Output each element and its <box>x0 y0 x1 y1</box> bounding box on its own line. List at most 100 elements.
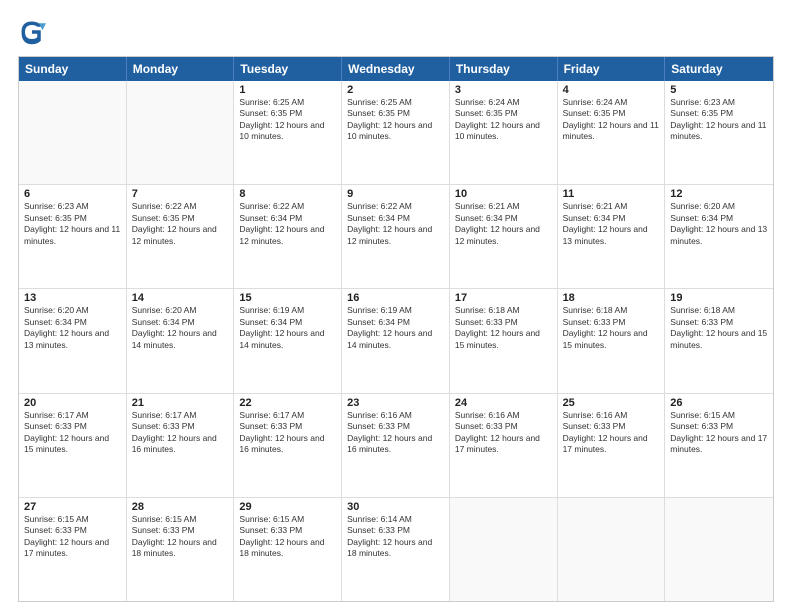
day-number: 24 <box>455 397 552 409</box>
day-number: 22 <box>239 397 336 409</box>
header-day-saturday: Saturday <box>665 57 773 81</box>
day-info: Sunrise: 6:22 AM Sunset: 6:34 PM Dayligh… <box>347 201 444 247</box>
calendar-cell: 17Sunrise: 6:18 AM Sunset: 6:33 PM Dayli… <box>450 289 558 392</box>
day-number: 19 <box>670 292 768 304</box>
day-number: 21 <box>132 397 229 409</box>
day-number: 30 <box>347 501 444 513</box>
calendar-cell: 28Sunrise: 6:15 AM Sunset: 6:33 PM Dayli… <box>127 498 235 601</box>
calendar-cell: 1Sunrise: 6:25 AM Sunset: 6:35 PM Daylig… <box>234 81 342 184</box>
calendar-cell: 12Sunrise: 6:20 AM Sunset: 6:34 PM Dayli… <box>665 185 773 288</box>
day-info: Sunrise: 6:21 AM Sunset: 6:34 PM Dayligh… <box>563 201 660 247</box>
day-number: 1 <box>239 84 336 96</box>
calendar-cell: 8Sunrise: 6:22 AM Sunset: 6:34 PM Daylig… <box>234 185 342 288</box>
day-info: Sunrise: 6:22 AM Sunset: 6:34 PM Dayligh… <box>239 201 336 247</box>
calendar-header: SundayMondayTuesdayWednesdayThursdayFrid… <box>19 57 773 81</box>
day-info: Sunrise: 6:14 AM Sunset: 6:33 PM Dayligh… <box>347 514 444 560</box>
day-number: 12 <box>670 188 768 200</box>
calendar-cell: 3Sunrise: 6:24 AM Sunset: 6:35 PM Daylig… <box>450 81 558 184</box>
day-number: 20 <box>24 397 121 409</box>
calendar-body: 1Sunrise: 6:25 AM Sunset: 6:35 PM Daylig… <box>19 81 773 601</box>
day-info: Sunrise: 6:15 AM Sunset: 6:33 PM Dayligh… <box>24 514 121 560</box>
day-number: 4 <box>563 84 660 96</box>
day-number: 26 <box>670 397 768 409</box>
day-number: 2 <box>347 84 444 96</box>
calendar-row-5: 27Sunrise: 6:15 AM Sunset: 6:33 PM Dayli… <box>19 497 773 601</box>
calendar-cell: 9Sunrise: 6:22 AM Sunset: 6:34 PM Daylig… <box>342 185 450 288</box>
day-info: Sunrise: 6:24 AM Sunset: 6:35 PM Dayligh… <box>563 97 660 143</box>
day-info: Sunrise: 6:19 AM Sunset: 6:34 PM Dayligh… <box>347 305 444 351</box>
calendar-cell: 14Sunrise: 6:20 AM Sunset: 6:34 PM Dayli… <box>127 289 235 392</box>
day-info: Sunrise: 6:17 AM Sunset: 6:33 PM Dayligh… <box>239 410 336 456</box>
day-number: 6 <box>24 188 121 200</box>
calendar-cell: 7Sunrise: 6:22 AM Sunset: 6:35 PM Daylig… <box>127 185 235 288</box>
calendar-cell <box>450 498 558 601</box>
calendar-cell: 25Sunrise: 6:16 AM Sunset: 6:33 PM Dayli… <box>558 394 666 497</box>
day-info: Sunrise: 6:17 AM Sunset: 6:33 PM Dayligh… <box>132 410 229 456</box>
calendar-cell <box>127 81 235 184</box>
header-day-sunday: Sunday <box>19 57 127 81</box>
day-number: 3 <box>455 84 552 96</box>
calendar-cell <box>665 498 773 601</box>
calendar-cell: 29Sunrise: 6:15 AM Sunset: 6:33 PM Dayli… <box>234 498 342 601</box>
calendar: SundayMondayTuesdayWednesdayThursdayFrid… <box>18 56 774 602</box>
calendar-cell: 20Sunrise: 6:17 AM Sunset: 6:33 PM Dayli… <box>19 394 127 497</box>
day-number: 27 <box>24 501 121 513</box>
day-number: 13 <box>24 292 121 304</box>
calendar-cell: 18Sunrise: 6:18 AM Sunset: 6:33 PM Dayli… <box>558 289 666 392</box>
header-day-tuesday: Tuesday <box>234 57 342 81</box>
calendar-cell: 16Sunrise: 6:19 AM Sunset: 6:34 PM Dayli… <box>342 289 450 392</box>
day-info: Sunrise: 6:19 AM Sunset: 6:34 PM Dayligh… <box>239 305 336 351</box>
calendar-row-1: 1Sunrise: 6:25 AM Sunset: 6:35 PM Daylig… <box>19 81 773 184</box>
day-info: Sunrise: 6:25 AM Sunset: 6:35 PM Dayligh… <box>239 97 336 143</box>
calendar-cell: 5Sunrise: 6:23 AM Sunset: 6:35 PM Daylig… <box>665 81 773 184</box>
calendar-cell <box>19 81 127 184</box>
calendar-row-2: 6Sunrise: 6:23 AM Sunset: 6:35 PM Daylig… <box>19 184 773 288</box>
day-info: Sunrise: 6:16 AM Sunset: 6:33 PM Dayligh… <box>563 410 660 456</box>
calendar-cell: 4Sunrise: 6:24 AM Sunset: 6:35 PM Daylig… <box>558 81 666 184</box>
day-info: Sunrise: 6:15 AM Sunset: 6:33 PM Dayligh… <box>132 514 229 560</box>
calendar-cell: 21Sunrise: 6:17 AM Sunset: 6:33 PM Dayli… <box>127 394 235 497</box>
day-info: Sunrise: 6:25 AM Sunset: 6:35 PM Dayligh… <box>347 97 444 143</box>
day-number: 25 <box>563 397 660 409</box>
day-info: Sunrise: 6:15 AM Sunset: 6:33 PM Dayligh… <box>670 410 768 456</box>
day-number: 29 <box>239 501 336 513</box>
day-info: Sunrise: 6:16 AM Sunset: 6:33 PM Dayligh… <box>347 410 444 456</box>
day-number: 18 <box>563 292 660 304</box>
day-info: Sunrise: 6:22 AM Sunset: 6:35 PM Dayligh… <box>132 201 229 247</box>
calendar-cell: 11Sunrise: 6:21 AM Sunset: 6:34 PM Dayli… <box>558 185 666 288</box>
calendar-cell: 15Sunrise: 6:19 AM Sunset: 6:34 PM Dayli… <box>234 289 342 392</box>
day-number: 9 <box>347 188 444 200</box>
day-info: Sunrise: 6:17 AM Sunset: 6:33 PM Dayligh… <box>24 410 121 456</box>
day-info: Sunrise: 6:18 AM Sunset: 6:33 PM Dayligh… <box>670 305 768 351</box>
day-number: 5 <box>670 84 768 96</box>
calendar-cell <box>558 498 666 601</box>
calendar-cell: 19Sunrise: 6:18 AM Sunset: 6:33 PM Dayli… <box>665 289 773 392</box>
calendar-cell: 13Sunrise: 6:20 AM Sunset: 6:34 PM Dayli… <box>19 289 127 392</box>
day-number: 8 <box>239 188 336 200</box>
calendar-row-3: 13Sunrise: 6:20 AM Sunset: 6:34 PM Dayli… <box>19 288 773 392</box>
header-day-friday: Friday <box>558 57 666 81</box>
calendar-cell: 23Sunrise: 6:16 AM Sunset: 6:33 PM Dayli… <box>342 394 450 497</box>
calendar-cell: 22Sunrise: 6:17 AM Sunset: 6:33 PM Dayli… <box>234 394 342 497</box>
day-number: 16 <box>347 292 444 304</box>
day-info: Sunrise: 6:21 AM Sunset: 6:34 PM Dayligh… <box>455 201 552 247</box>
day-info: Sunrise: 6:23 AM Sunset: 6:35 PM Dayligh… <box>670 97 768 143</box>
day-info: Sunrise: 6:18 AM Sunset: 6:33 PM Dayligh… <box>563 305 660 351</box>
day-info: Sunrise: 6:20 AM Sunset: 6:34 PM Dayligh… <box>670 201 768 247</box>
day-number: 17 <box>455 292 552 304</box>
day-number: 11 <box>563 188 660 200</box>
day-number: 7 <box>132 188 229 200</box>
day-number: 23 <box>347 397 444 409</box>
logo <box>18 18 50 46</box>
calendar-cell: 10Sunrise: 6:21 AM Sunset: 6:34 PM Dayli… <box>450 185 558 288</box>
day-number: 14 <box>132 292 229 304</box>
header-day-thursday: Thursday <box>450 57 558 81</box>
calendar-row-4: 20Sunrise: 6:17 AM Sunset: 6:33 PM Dayli… <box>19 393 773 497</box>
calendar-cell: 30Sunrise: 6:14 AM Sunset: 6:33 PM Dayli… <box>342 498 450 601</box>
day-number: 15 <box>239 292 336 304</box>
day-info: Sunrise: 6:15 AM Sunset: 6:33 PM Dayligh… <box>239 514 336 560</box>
calendar-cell: 2Sunrise: 6:25 AM Sunset: 6:35 PM Daylig… <box>342 81 450 184</box>
day-info: Sunrise: 6:16 AM Sunset: 6:33 PM Dayligh… <box>455 410 552 456</box>
logo-icon <box>18 18 46 46</box>
header <box>18 18 774 46</box>
